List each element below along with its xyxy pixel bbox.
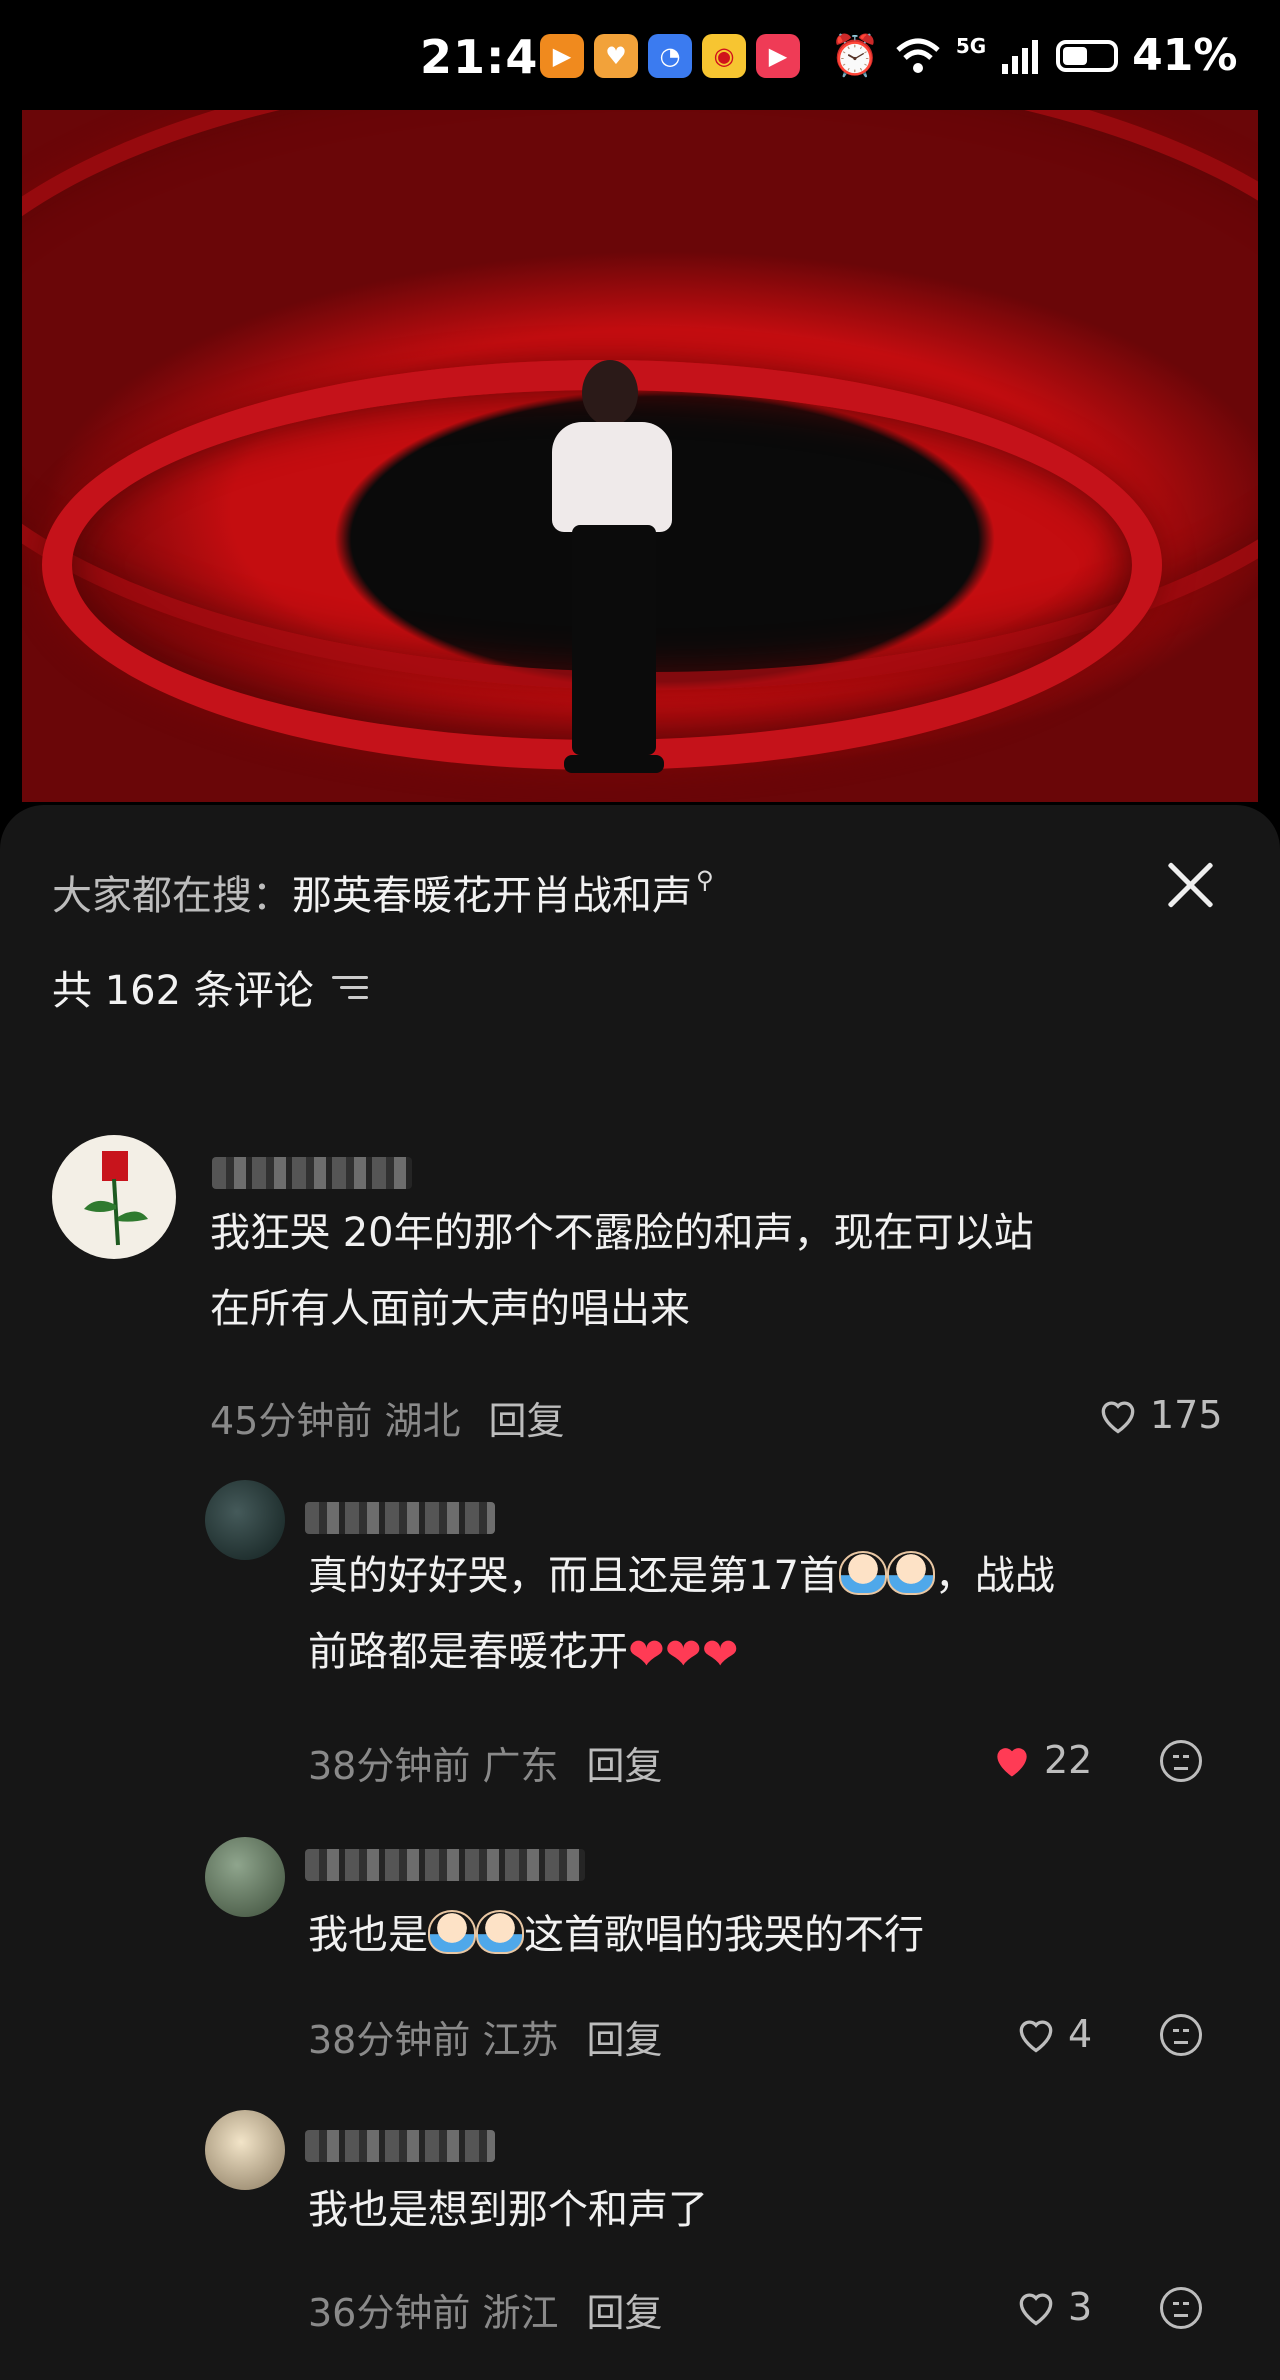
system-icons: ⏰ 5G 41%	[830, 30, 1237, 81]
comment-text-line: 我狂哭 20年的那个不露脸的和声，现在可以站	[210, 1210, 1034, 1256]
like-count: 4	[1068, 2012, 1093, 2056]
signal-icon	[1002, 39, 1039, 74]
search-suggestion[interactable]: 大家都在搜： 那英春暖花开肖战和声 ⚲	[52, 863, 714, 921]
comment-text: 我也是 这首歌唱的我哭的不行	[308, 1910, 924, 1958]
reply-button[interactable]: 回复	[586, 1735, 662, 1790]
red-heart-emoji-icon: ❤	[701, 1629, 739, 1680]
like-count: 22	[1044, 1738, 1093, 1782]
like-count: 175	[1150, 1393, 1223, 1437]
comment-time: 45分钟前 湖北	[210, 1399, 461, 1443]
sort-icon[interactable]	[330, 974, 368, 1000]
compass-app-icon: ◔	[648, 34, 692, 78]
heart-outline-icon	[1019, 2020, 1053, 2053]
comment-text: 我狂哭 20年的那个不露脸的和声，现在可以站 在所有人面前大声的唱出来	[210, 1195, 1034, 1347]
video-player[interactable]	[22, 110, 1258, 802]
avatar[interactable]	[205, 1837, 285, 1917]
comment-text: 我也是想到那个和声了	[308, 2187, 708, 2233]
alarm-icon: ⏰	[830, 33, 880, 79]
search-icon: ⚲	[696, 866, 714, 894]
like-button[interactable]: 175	[1096, 1393, 1223, 1437]
comment-text-line: 前路都是春暖花开❤❤❤	[308, 1614, 1055, 1693]
comment-meta: 36分钟前 浙江 回复	[308, 2282, 662, 2337]
like-count: 3	[1068, 2285, 1093, 2329]
play-icon: ▶	[540, 34, 584, 78]
comment-time: 36分钟前 浙江	[308, 2291, 559, 2335]
username[interactable]	[305, 2130, 495, 2162]
reply-button[interactable]: 回复	[488, 1390, 564, 1445]
reply-button[interactable]: 回复	[586, 2282, 662, 2337]
heart-outline-icon	[1101, 1401, 1135, 1434]
avatar[interactable]	[52, 1135, 176, 1259]
comment-text: 真的好好哭，而且还是第17首 ，战战 前路都是春暖花开❤❤❤	[308, 1538, 1055, 1693]
username[interactable]	[212, 1157, 412, 1189]
username[interactable]	[305, 1502, 495, 1534]
comment-text-line: 在所有人面前大声的唱出来	[210, 1286, 690, 1332]
crying-emoji-icon	[476, 1910, 524, 1954]
heart-filled-icon	[997, 1748, 1027, 1777]
crying-emoji-icon	[838, 1551, 887, 1595]
dislike-icon[interactable]	[1160, 2014, 1202, 2056]
comment-meta: 45分钟前 湖北 回复	[210, 1390, 564, 1445]
comment-meta: 38分钟前 江苏 回复	[308, 2009, 662, 2064]
comment-meta: 38分钟前 广东 回复	[308, 1735, 662, 1790]
status-bar: 21:41 ▶ ♥ ◔ ◉ ▶ ⏰ 5G 41%	[0, 0, 1280, 110]
search-prefix: 大家都在搜：	[52, 873, 292, 919]
weibo-icon: ◉	[702, 34, 746, 78]
dislike-icon[interactable]	[1160, 1740, 1202, 1782]
like-button[interactable]: 22	[990, 1738, 1092, 1782]
comment-time: 38分钟前 广东	[308, 1744, 559, 1788]
comment-count-label: 共 162 条评论	[52, 968, 314, 1014]
close-icon[interactable]	[1162, 857, 1218, 913]
performer	[542, 360, 682, 802]
avatar[interactable]	[205, 2110, 285, 2190]
red-heart-emoji-icon: ❤	[628, 1629, 665, 1680]
comment-time: 38分钟前 江苏	[308, 2018, 559, 2062]
crying-emoji-icon	[428, 1910, 476, 1954]
notification-icons: ▶ ♥ ◔ ◉ ▶	[540, 34, 800, 78]
red-heart-emoji-icon: ❤	[664, 1629, 702, 1680]
comment-text-line: 真的好好哭，而且还是第17首 ，战战	[308, 1551, 1055, 1599]
avatar[interactable]	[205, 1480, 285, 1560]
username[interactable]	[305, 1849, 585, 1881]
battery-percent: 41%	[1132, 30, 1238, 81]
battery-icon	[1056, 39, 1119, 72]
heart-outline-icon	[1019, 2293, 1053, 2326]
wifi-icon	[896, 38, 940, 73]
like-button[interactable]: 3	[1014, 2285, 1092, 2329]
video-app-icon: ▶	[756, 34, 800, 78]
dislike-icon[interactable]	[1160, 2287, 1202, 2329]
reply-button[interactable]: 回复	[586, 2009, 662, 2064]
like-button[interactable]: 4	[1014, 2012, 1092, 2056]
comment-sheet: 大家都在搜： 那英春暖花开肖战和声 ⚲ 共 162 条评论 我狂哭 20年的那个…	[0, 805, 1280, 2380]
search-term[interactable]: 那英春暖花开肖战和声	[292, 863, 692, 921]
comment-count: 共 162 条评论	[52, 958, 368, 1016]
network-type: 5G	[955, 33, 987, 58]
heart-app-icon: ♥	[594, 34, 638, 78]
crying-emoji-icon	[886, 1551, 935, 1595]
